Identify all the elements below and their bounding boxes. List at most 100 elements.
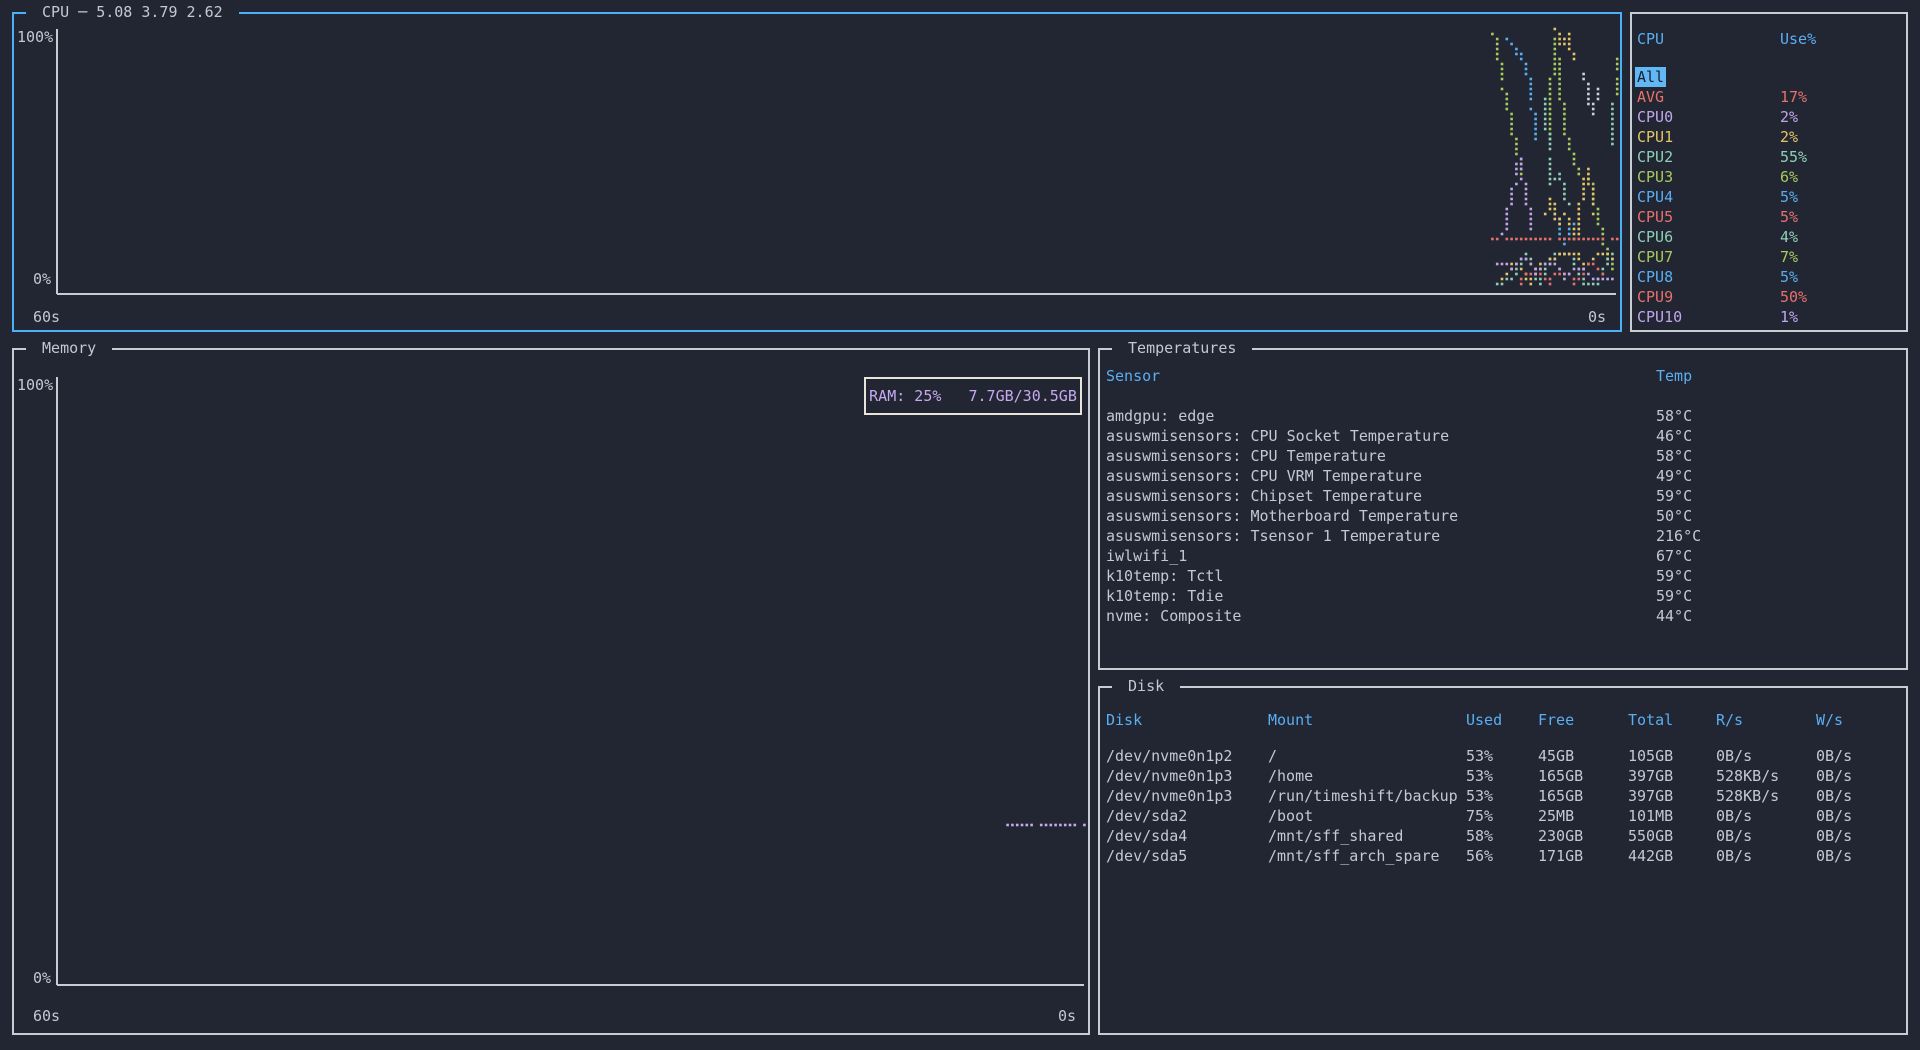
- disk-header-free: Free: [1538, 710, 1574, 730]
- cpu-legend-row-all[interactable]: All: [1632, 67, 1906, 87]
- disk-cell: 0B/s: [1816, 746, 1852, 766]
- cpu-legend-value: 5%: [1780, 187, 1798, 207]
- disk-cell: /dev/sda2: [1106, 806, 1187, 826]
- disk-cell: 101MB: [1628, 806, 1673, 826]
- cpu-legend-row-cpu4[interactable]: CPU4 5%: [1632, 187, 1906, 207]
- memory-panel: Memory RAM: 25% 7.7GB/30.5GB 100% 0% 60s…: [12, 348, 1090, 1035]
- disk-cell: /dev/nvme0n1p3: [1106, 766, 1232, 786]
- cpu-legend-value: 17%: [1780, 87, 1807, 107]
- disk-header-disk: Disk: [1106, 710, 1142, 730]
- disk-cell: /home: [1268, 766, 1313, 786]
- disk-cell: /mnt/sff_shared: [1268, 826, 1403, 846]
- disk-cell: 0B/s: [1816, 806, 1852, 826]
- mem-xleft-label: 60s: [33, 1006, 60, 1026]
- disk-cell: 171GB: [1538, 846, 1583, 866]
- mem-ymax-label: 100%: [17, 375, 53, 395]
- cpu-legend-value: 5%: [1780, 207, 1798, 227]
- cpu-legend-row-cpu5[interactable]: CPU5 5%: [1632, 207, 1906, 227]
- disk-cell: 0B/s: [1816, 846, 1852, 866]
- cpu-legend-label: CPU4: [1637, 187, 1673, 207]
- cpu-legend-row-cpu0[interactable]: CPU02%: [1632, 107, 1906, 127]
- disk-panel: Disk DiskMountUsedFreeTotalR/sW/s /dev/n…: [1098, 686, 1908, 1035]
- cpu-legend-value: 7%: [1780, 247, 1798, 267]
- temperature-rows: amdgpu: edge58°Casuswmisensors: CPU Sock…: [1100, 406, 1906, 626]
- temperature-row: asuswmisensors: Motherboard Temperature5…: [1100, 506, 1906, 526]
- disk-cell: /dev/sda5: [1106, 846, 1187, 866]
- cpu-legend-header-use: Use%: [1780, 29, 1816, 49]
- sensor-temp: 59°C: [1656, 586, 1692, 606]
- sensor-name: asuswmisensors: CPU VRM Temperature: [1106, 466, 1422, 486]
- sensor-name: k10temp: Tctl: [1106, 566, 1223, 586]
- disk-cell: 0B/s: [1716, 806, 1752, 826]
- sensor-temp: 46°C: [1656, 426, 1692, 446]
- cpu-xright-label: 0s: [1588, 307, 1606, 327]
- disk-cell: 0B/s: [1716, 746, 1752, 766]
- sensor-temp: 58°C: [1656, 406, 1692, 426]
- cpu-legend-panel: CPU Use% AllAVG17%CPU02%CPU12%CPU255%CPU…: [1630, 12, 1908, 332]
- disk-cell: /mnt/sff_arch_spare: [1268, 846, 1440, 866]
- disk-cell: 550GB: [1628, 826, 1673, 846]
- temperature-row: asuswmisensors: Chipset Temperature59°C: [1100, 486, 1906, 506]
- cpu-legend-row-avg[interactable]: AVG17%: [1632, 87, 1906, 107]
- disk-cell: 528KB/s: [1716, 766, 1779, 786]
- disk-header-ws: W/s: [1816, 710, 1843, 730]
- sensor-name: asuswmisensors: CPU Temperature: [1106, 446, 1386, 466]
- disk-panel-title: Disk: [1112, 676, 1180, 696]
- cpu-legend-row-cpu6[interactable]: CPU64%: [1632, 227, 1906, 247]
- temps-header-sensor: Sensor: [1106, 366, 1160, 386]
- cpu-legend-label: CPU5: [1637, 207, 1673, 227]
- ram-usage-text: RAM: 25% 7.7GB/30.5GB: [869, 386, 1077, 406]
- disk-row: /dev/nvme0n1p3/home53%165GB397GB528KB/s0…: [1100, 766, 1906, 786]
- cpu-legend-row-cpu2[interactable]: CPU2 55%: [1632, 147, 1906, 167]
- cpu-legend-value: 6%: [1780, 167, 1798, 187]
- sensor-temp: 67°C: [1656, 546, 1692, 566]
- cpu-legend-row-cpu9[interactable]: CPU950%: [1632, 287, 1906, 307]
- disk-cell: 0B/s: [1716, 846, 1752, 866]
- cpu-legend-row-cpu7[interactable]: CPU7 7%: [1632, 247, 1906, 267]
- sensor-temp: 58°C: [1656, 446, 1692, 466]
- cpu-legend-value: 1%: [1780, 307, 1798, 327]
- disk-row: /dev/sda5/mnt/sff_arch_spare56%171GB442G…: [1100, 846, 1906, 866]
- sensor-name: nvme: Composite: [1106, 606, 1241, 626]
- disk-cell: 75%: [1466, 806, 1493, 826]
- cpu-legend-value: 4%: [1780, 227, 1798, 247]
- cpu-legend-value: 55%: [1780, 147, 1807, 167]
- temperature-row: asuswmisensors: Tsensor 1 Temperature216…: [1100, 526, 1906, 546]
- cpu-legend-label: CPU7: [1637, 247, 1673, 267]
- cpu-legend-label: CPU2: [1637, 147, 1673, 167]
- cpu-legend-rows: AllAVG17%CPU02%CPU12%CPU2 55%CPU36%CPU4 5%…: [1632, 67, 1906, 327]
- disk-header-total: Total: [1628, 710, 1673, 730]
- disk-table-rows: /dev/nvme0n1p2/53%45GB105GB0B/s0B/s/dev/…: [1100, 746, 1906, 866]
- cpu-legend-header-cpu: CPU: [1637, 29, 1664, 49]
- temperature-row: k10temp: Tctl 59°C: [1100, 566, 1906, 586]
- sensor-temp: 44°C: [1656, 606, 1692, 626]
- mem-ymin-label: 0%: [33, 968, 51, 988]
- disk-cell: 53%: [1466, 746, 1493, 766]
- cpu-legend-row-cpu1[interactable]: CPU12%: [1632, 127, 1906, 147]
- temperature-row: asuswmisensors: CPU VRM Temperature49°C: [1100, 466, 1906, 486]
- sensor-name: asuswmisensors: Tsensor 1 Temperature: [1106, 526, 1440, 546]
- disk-cell: 528KB/s: [1716, 786, 1779, 806]
- sensor-temp: 59°C: [1656, 566, 1692, 586]
- system-monitor-screen: CPU ─ 5.08 3.79 2.62 100% 0% 60s 0s CPU …: [0, 0, 1920, 1050]
- cpu-legend-label: CPU8: [1637, 267, 1673, 287]
- disk-cell: 0B/s: [1816, 786, 1852, 806]
- disk-cell: /dev/sda4: [1106, 826, 1187, 846]
- disk-cell: 442GB: [1628, 846, 1673, 866]
- disk-header-rs: R/s: [1716, 710, 1743, 730]
- temps-header-temp: Temp: [1656, 366, 1692, 386]
- disk-cell: 105GB: [1628, 746, 1673, 766]
- disk-row: /dev/sda2/boot75%25MB101MB0B/s0B/s: [1100, 806, 1906, 826]
- sensor-name: asuswmisensors: Chipset Temperature: [1106, 486, 1422, 506]
- cpu-legend-label: CPU1: [1637, 127, 1673, 147]
- cpu-usage-chart: [14, 14, 1620, 330]
- mem-xright-label: 0s: [1058, 1006, 1076, 1026]
- disk-cell: 0B/s: [1816, 766, 1852, 786]
- cpu-legend-row-cpu8[interactable]: CPU85%: [1632, 267, 1906, 287]
- disk-cell: 397GB: [1628, 766, 1673, 786]
- disk-cell: /dev/nvme0n1p2: [1106, 746, 1232, 766]
- temperature-row: asuswmisensors: CPU Socket Temperature46…: [1100, 426, 1906, 446]
- disk-cell: 0B/s: [1816, 826, 1852, 846]
- cpu-legend-row-cpu10[interactable]: CPU101%: [1632, 307, 1906, 327]
- cpu-legend-row-cpu3[interactable]: CPU36%: [1632, 167, 1906, 187]
